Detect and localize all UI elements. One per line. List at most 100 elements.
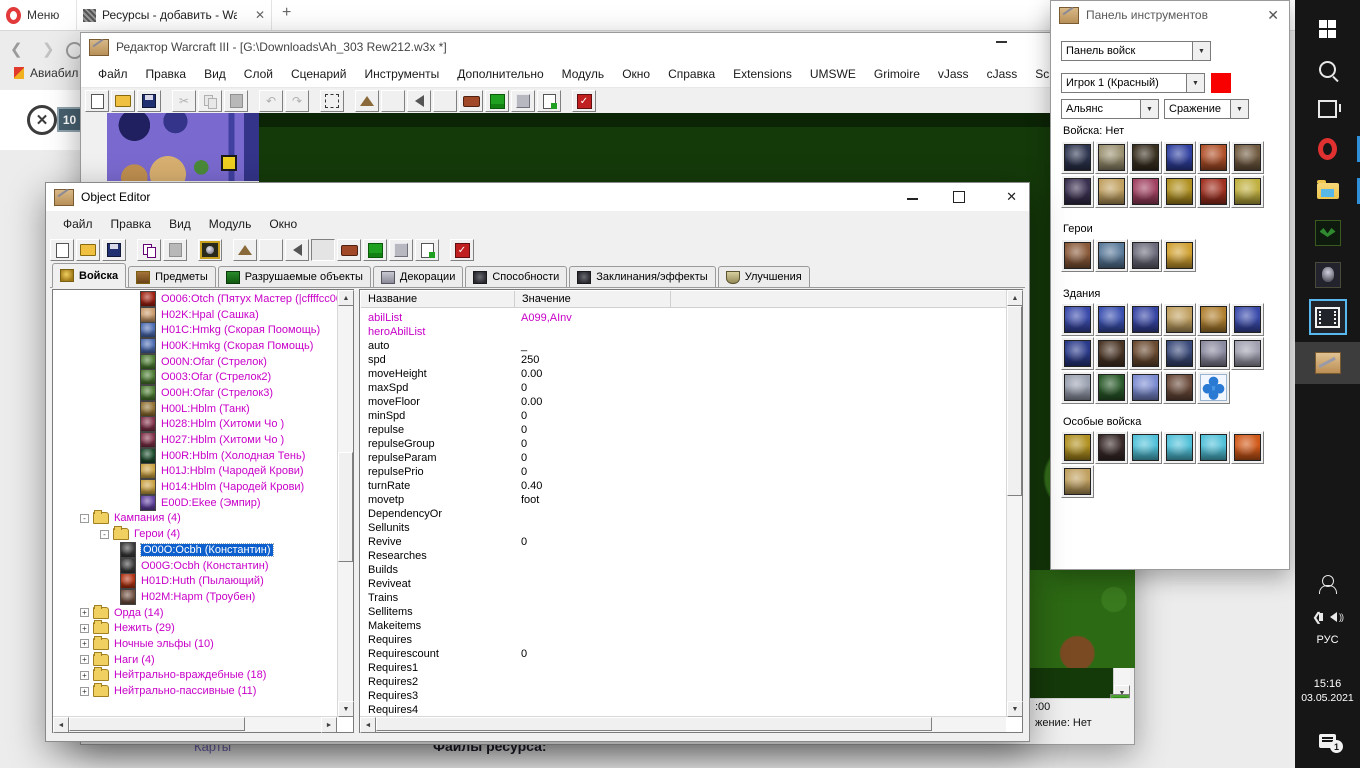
tab-Войска[interactable]: Войска xyxy=(52,263,127,288)
cube-button[interactable] xyxy=(389,239,413,261)
scrollbar-thumb[interactable] xyxy=(1007,306,1022,496)
unit-button[interactable] xyxy=(1197,175,1230,208)
tree-folder[interactable]: + Ночные эльфы (10) xyxy=(54,635,337,652)
tab-Разрушаемые объекты[interactable]: Разрушаемые объекты xyxy=(217,266,371,287)
property-row[interactable]: maxSpd 0 xyxy=(361,382,1006,396)
unit-button[interactable] xyxy=(1231,141,1264,174)
tab-Заклинания/эффекты[interactable]: Заклинания/эффекты xyxy=(569,266,716,287)
tree-unit-row[interactable]: H01C:Hmkg (Скорая Поомощь) xyxy=(54,322,337,339)
language-indicator[interactable]: РУС xyxy=(1295,634,1360,646)
building-button[interactable] xyxy=(1129,337,1162,370)
building-button[interactable] xyxy=(1129,371,1162,404)
tree-folder[interactable]: - Кампания (4) xyxy=(54,510,337,527)
unit-button[interactable] xyxy=(1129,175,1162,208)
property-row[interactable]: Researches xyxy=(361,550,1006,564)
building-button[interactable] xyxy=(1197,371,1230,404)
menu-Справка[interactable]: Справка xyxy=(659,67,724,81)
chevron-down-icon[interactable]: ▼ xyxy=(1192,42,1210,60)
building-button[interactable] xyxy=(1061,337,1094,370)
search-button[interactable] xyxy=(1295,48,1360,90)
extension-10-badge[interactable]: 10 xyxy=(57,107,82,132)
terrain-button[interactable] xyxy=(233,239,257,261)
save-button[interactable] xyxy=(137,90,161,112)
minimize-icon[interactable] xyxy=(996,41,1007,43)
clock-date[interactable]: 03.05.2021 xyxy=(1295,692,1360,704)
maximize-icon[interactable] xyxy=(953,191,965,203)
property-row[interactable]: Requires1 xyxy=(361,662,1006,676)
property-row[interactable]: Builds xyxy=(361,564,1006,578)
unit-button[interactable] xyxy=(1163,141,1196,174)
special-unit-button[interactable] xyxy=(1061,465,1094,498)
property-row[interactable]: repulsePrio 0 xyxy=(361,466,1006,480)
face-button[interactable] xyxy=(485,90,509,112)
tree-unit-row[interactable]: H01D:Huth (Пылающий) xyxy=(54,573,337,590)
menu-Слой[interactable]: Слой xyxy=(235,67,282,81)
battle-combobox[interactable]: Сражение ▼ xyxy=(1164,99,1249,119)
scroll-up-icon[interactable]: ▲ xyxy=(1007,290,1023,306)
new-button[interactable] xyxy=(50,239,74,261)
tree-unit-row[interactable]: H02K:Hpal (Сашка) xyxy=(54,306,337,323)
menu-Файл[interactable]: Файл xyxy=(54,217,102,231)
property-row[interactable]: Revive 0 xyxy=(361,536,1006,550)
extension-x-icon[interactable]: ✕ xyxy=(27,105,57,135)
property-row[interactable]: movetp foot xyxy=(361,494,1006,508)
property-row[interactable]: Sellitems xyxy=(361,606,1006,620)
import-button[interactable] xyxy=(537,90,561,112)
start-button[interactable] xyxy=(1295,8,1360,50)
building-button[interactable] xyxy=(1197,303,1230,336)
paste-button[interactable] xyxy=(224,90,248,112)
clock-time[interactable]: 15:16 xyxy=(1295,678,1360,690)
volume-button[interactable]: )) xyxy=(1319,612,1344,622)
hero-button[interactable] xyxy=(1163,239,1196,272)
building-button[interactable] xyxy=(1129,303,1162,336)
property-row[interactable]: Requirescount 0 xyxy=(361,648,1006,662)
expand-icon[interactable]: + xyxy=(80,623,89,633)
taskbar-warcraft-portrait[interactable] xyxy=(1295,254,1360,296)
unit-button[interactable] xyxy=(1061,175,1094,208)
property-row[interactable]: moveFloor 0.00 xyxy=(361,396,1006,410)
tab-close-icon[interactable]: ✕ xyxy=(255,8,265,22)
terrain-button[interactable] xyxy=(355,90,379,112)
tree-unit-row[interactable]: H027:Hblm (Хитоми Чо ) xyxy=(54,432,337,449)
browser-tab[interactable]: Ресурсы - добавить - WarC ✕ xyxy=(76,0,272,30)
expand-icon[interactable]: + xyxy=(80,639,89,649)
minimize-icon[interactable] xyxy=(907,198,918,200)
open-button[interactable] xyxy=(76,239,100,261)
properties-vertical-scrollbar[interactable]: ▲ ▼ xyxy=(1006,290,1023,717)
bookmark-item[interactable]: Авиабил xyxy=(14,66,78,80)
building-button[interactable] xyxy=(1231,337,1264,370)
hero-button[interactable] xyxy=(1061,239,1094,272)
unit-button[interactable] xyxy=(1197,141,1230,174)
tool-palette-titlebar[interactable]: Панель инструментов xyxy=(1051,1,1289,29)
building-button[interactable] xyxy=(1095,371,1128,404)
menu-Grimoire[interactable]: Grimoire xyxy=(865,67,929,81)
unit-button[interactable] xyxy=(1095,141,1128,174)
menu-Дополнительно[interactable]: Дополнительно xyxy=(448,67,552,81)
building-button[interactable] xyxy=(1231,303,1264,336)
hero-button[interactable] xyxy=(1095,239,1128,272)
special-unit-button[interactable] xyxy=(1095,431,1128,464)
scroll-down-icon[interactable]: ▼ xyxy=(338,701,354,717)
scroll-right-icon[interactable]: ► xyxy=(321,717,337,733)
menu-Вид[interactable]: Вид xyxy=(195,67,235,81)
undo-button[interactable]: ↶ xyxy=(259,90,283,112)
property-row[interactable]: DependencyOr xyxy=(361,508,1006,522)
building-button[interactable] xyxy=(1163,371,1196,404)
player-combobox[interactable]: Игрок 1 (Красный) ▼ xyxy=(1061,73,1205,93)
wagon-button[interactable] xyxy=(459,90,483,112)
test-button[interactable]: ✓ xyxy=(572,90,596,112)
tree-unit-row[interactable]: O00O:Ocbh (Константин) xyxy=(54,541,337,558)
tab-Способности[interactable]: Способности xyxy=(465,266,568,287)
copy-button[interactable] xyxy=(198,90,222,112)
object-editor-titlebar[interactable]: Object Editor xyxy=(46,183,1029,211)
tree-folder[interactable]: + Нейтрально-враждебные (18) xyxy=(54,667,337,684)
text-button[interactable] xyxy=(381,90,405,112)
tree-unit-row[interactable]: H02M:Hapm (Троубен) xyxy=(54,588,337,605)
tree-vertical-scrollbar[interactable]: ▲ ▼ xyxy=(337,290,354,717)
import-button[interactable] xyxy=(415,239,439,261)
close-icon[interactable]: ✕ xyxy=(1267,7,1279,24)
menu-Модуль[interactable]: Модуль xyxy=(553,67,614,81)
tree-unit-row[interactable]: H028:Hblm (Хитоми Чо ) xyxy=(54,416,337,433)
tree-folder[interactable]: + Нейтрально-пассивные (11) xyxy=(54,683,337,699)
scroll-left-icon[interactable]: ◄ xyxy=(360,717,376,733)
